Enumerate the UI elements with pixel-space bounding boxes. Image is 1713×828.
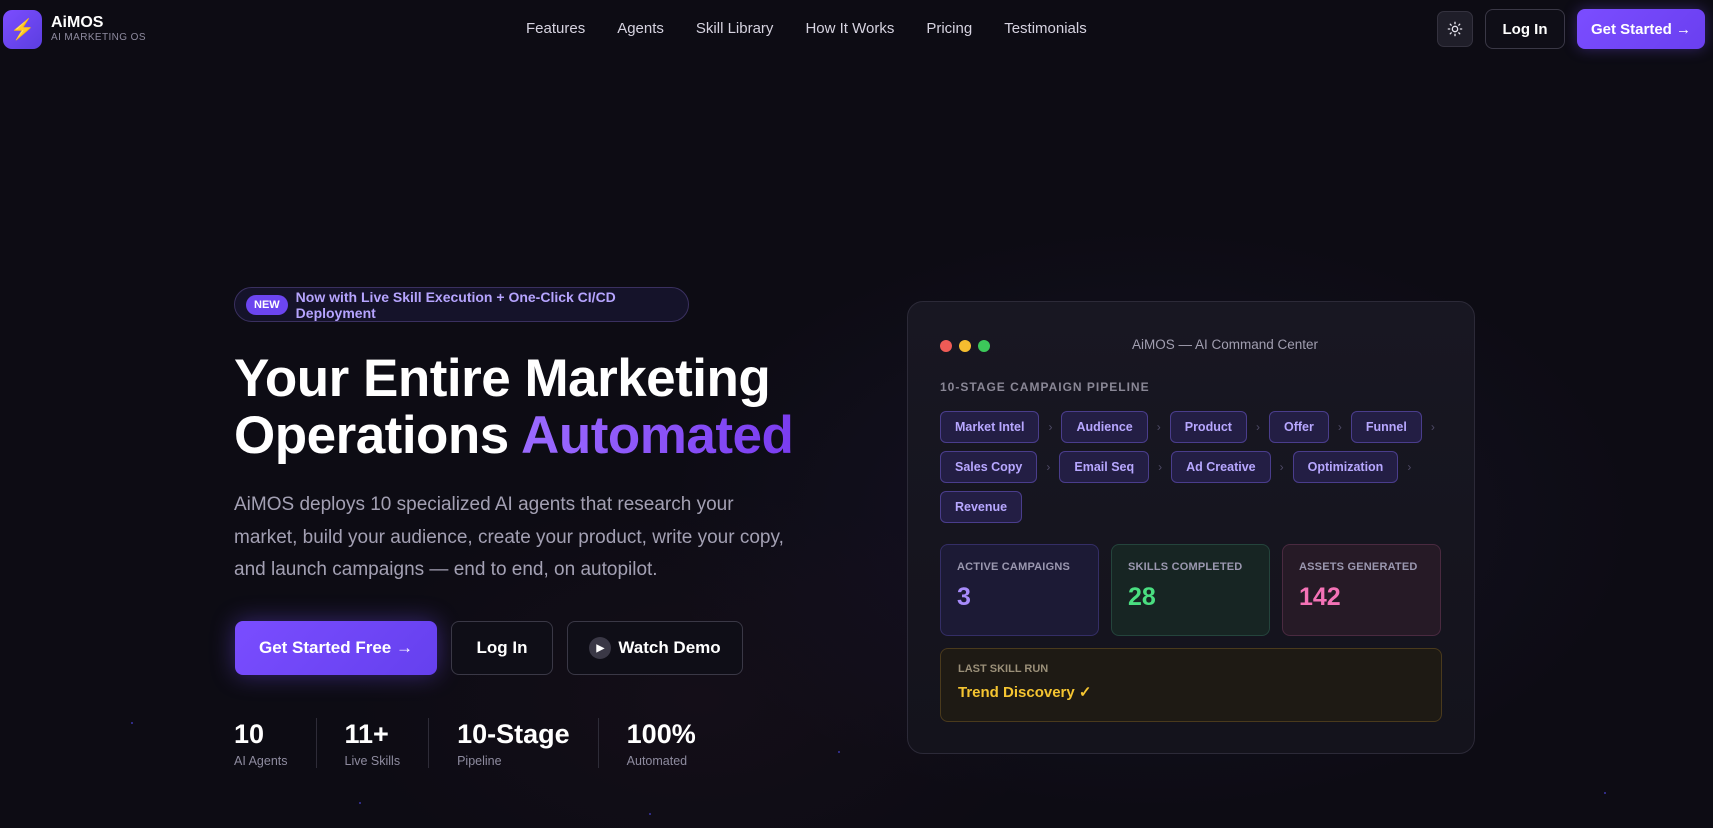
metric-label: SKILLS COMPLETED (1128, 561, 1243, 573)
nav-link-pricing[interactable]: Pricing (926, 20, 972, 37)
chevron-right-icon: › (1407, 460, 1412, 474)
hero-title: Your Entire Marketing Operations Automat… (234, 350, 874, 464)
play-icon: ▶ (589, 637, 612, 659)
watch-demo-button[interactable]: ▶ Watch Demo (567, 621, 743, 675)
metric-label: ACTIVE CAMPAIGNS (957, 561, 1071, 573)
pipeline-stage[interactable]: Email Seq (1059, 451, 1150, 483)
watch-demo-label: Watch Demo (618, 638, 721, 657)
lightning-icon[interactable]: ⚡ (3, 10, 42, 49)
chevron-right-icon: › (1337, 420, 1342, 434)
new-badge: NEW (246, 294, 288, 315)
stat-value: 10 (234, 719, 265, 749)
chevron-right-icon: › (1255, 420, 1260, 434)
nav-link-features[interactable]: Features (526, 20, 585, 37)
hero-description: AiMOS deploys 10 specialized AI agents t… (234, 494, 784, 580)
stat-label: Live Skills (344, 754, 401, 768)
chevron-right-icon: › (1430, 420, 1435, 434)
chevron-right-icon: › (1279, 460, 1284, 474)
pipeline-stage[interactable]: Audience (1061, 411, 1148, 443)
chevron-right-icon: › (1158, 460, 1163, 474)
hero-title-line1: Your Entire Marketing (234, 349, 771, 408)
metric-value: 3 (957, 583, 971, 611)
star-dot (359, 802, 361, 804)
stat-label: AI Agents (234, 754, 288, 768)
brand-tagline: AI MARKETING OS (51, 32, 146, 43)
header-login-button[interactable]: Log In (1485, 9, 1565, 49)
stat-label: Pipeline (457, 754, 502, 768)
main-nav: Features Agents Skill Library How It Wor… (526, 20, 1087, 37)
metric-assets-generated: ASSETS GENERATED 142 (1282, 544, 1441, 636)
stat-value: 11+ (344, 719, 389, 749)
announcement-text: Now with Live Skill Execution + One-Clic… (295, 288, 616, 321)
star-dot (1604, 792, 1606, 794)
header-get-started-button[interactable]: Get Started → (1577, 9, 1705, 49)
pipeline-stage[interactable]: Optimization (1292, 451, 1399, 483)
pipeline-stage[interactable]: Offer (1268, 411, 1329, 443)
theme-toggle-button[interactable] (1437, 11, 1473, 47)
pipeline-stage[interactable]: Market Intel (940, 411, 1040, 443)
pipeline-stages: Market Intel › Audience › Product › Offer › … (940, 411, 1450, 523)
star-dot (649, 813, 651, 815)
last-skill-run-panel: LAST SKILL RUN Trend Discovery ✓ (940, 648, 1442, 722)
pipeline-label: 10-STAGE CAMPAIGN PIPELINE (940, 380, 1150, 394)
hero-title-line2: Operations (234, 406, 522, 465)
nav-link-how-it-works[interactable]: How It Works (805, 20, 894, 37)
get-started-free-button[interactable]: Get Started Free → (235, 621, 437, 675)
stat-item: 100% Automated (627, 718, 724, 768)
nav-link-agents[interactable]: Agents (617, 20, 664, 37)
metric-value: 142 (1299, 583, 1341, 611)
nav-link-testimonials[interactable]: Testimonials (1004, 20, 1087, 37)
command-center-card: AiMOS — AI Command Center 10-STAGE CAMPA… (907, 301, 1475, 754)
hero-login-button[interactable]: Log In (451, 621, 553, 675)
stat-item: 11+ Live Skills (345, 718, 430, 768)
pipeline-stage[interactable]: Ad Creative (1171, 451, 1271, 483)
stat-label: Automated (626, 754, 688, 768)
stat-value: 100% (626, 719, 696, 749)
metric-label: ASSETS GENERATED (1299, 561, 1418, 573)
brand-name[interactable]: AiMOS (51, 14, 103, 32)
last-skill-run-value: Trend Discovery ✓ (958, 684, 1092, 701)
command-center-title-text: AiMOS — AI Command Center (1131, 337, 1319, 352)
star-dot (838, 751, 840, 753)
stat-item: 10 AI Agents (234, 718, 317, 768)
sun-icon (1447, 21, 1463, 37)
metric-value: 28 (1128, 583, 1156, 611)
metric-active-campaigns: ACTIVE CAMPAIGNS 3 (940, 544, 1099, 636)
pipeline-stage[interactable]: Funnel (1350, 411, 1422, 443)
announcement-pill[interactable]: NEW Now with Live Skill Execution + One-… (234, 287, 689, 322)
pipeline-stage[interactable]: Revenue (940, 491, 1023, 523)
star-dot (131, 722, 133, 724)
stat-item: 10-Stage Pipeline (457, 718, 599, 768)
top-navbar: ⚡ AiMOS AI MARKETING OS Features Agents … (0, 0, 1713, 60)
chevron-right-icon: › (1156, 420, 1161, 434)
command-center-title: AiMOS — AI Command Center (908, 337, 1476, 352)
stat-value: 10-Stage (457, 719, 570, 749)
pipeline-stage[interactable]: Sales Copy (940, 451, 1038, 483)
chevron-right-icon: › (1046, 460, 1051, 474)
hero-stats: 10 AI Agents 11+ Live Skills 10-Stage Pi… (234, 718, 752, 768)
chevron-right-icon: › (1048, 420, 1053, 434)
nav-link-skill-library[interactable]: Skill Library (696, 20, 774, 37)
metric-skills-completed: SKILLS COMPLETED 28 (1111, 544, 1270, 636)
last-skill-run-label: LAST SKILL RUN (958, 663, 1049, 675)
hero-title-accent: Automated (521, 406, 794, 465)
pipeline-stage[interactable]: Product (1169, 411, 1247, 443)
